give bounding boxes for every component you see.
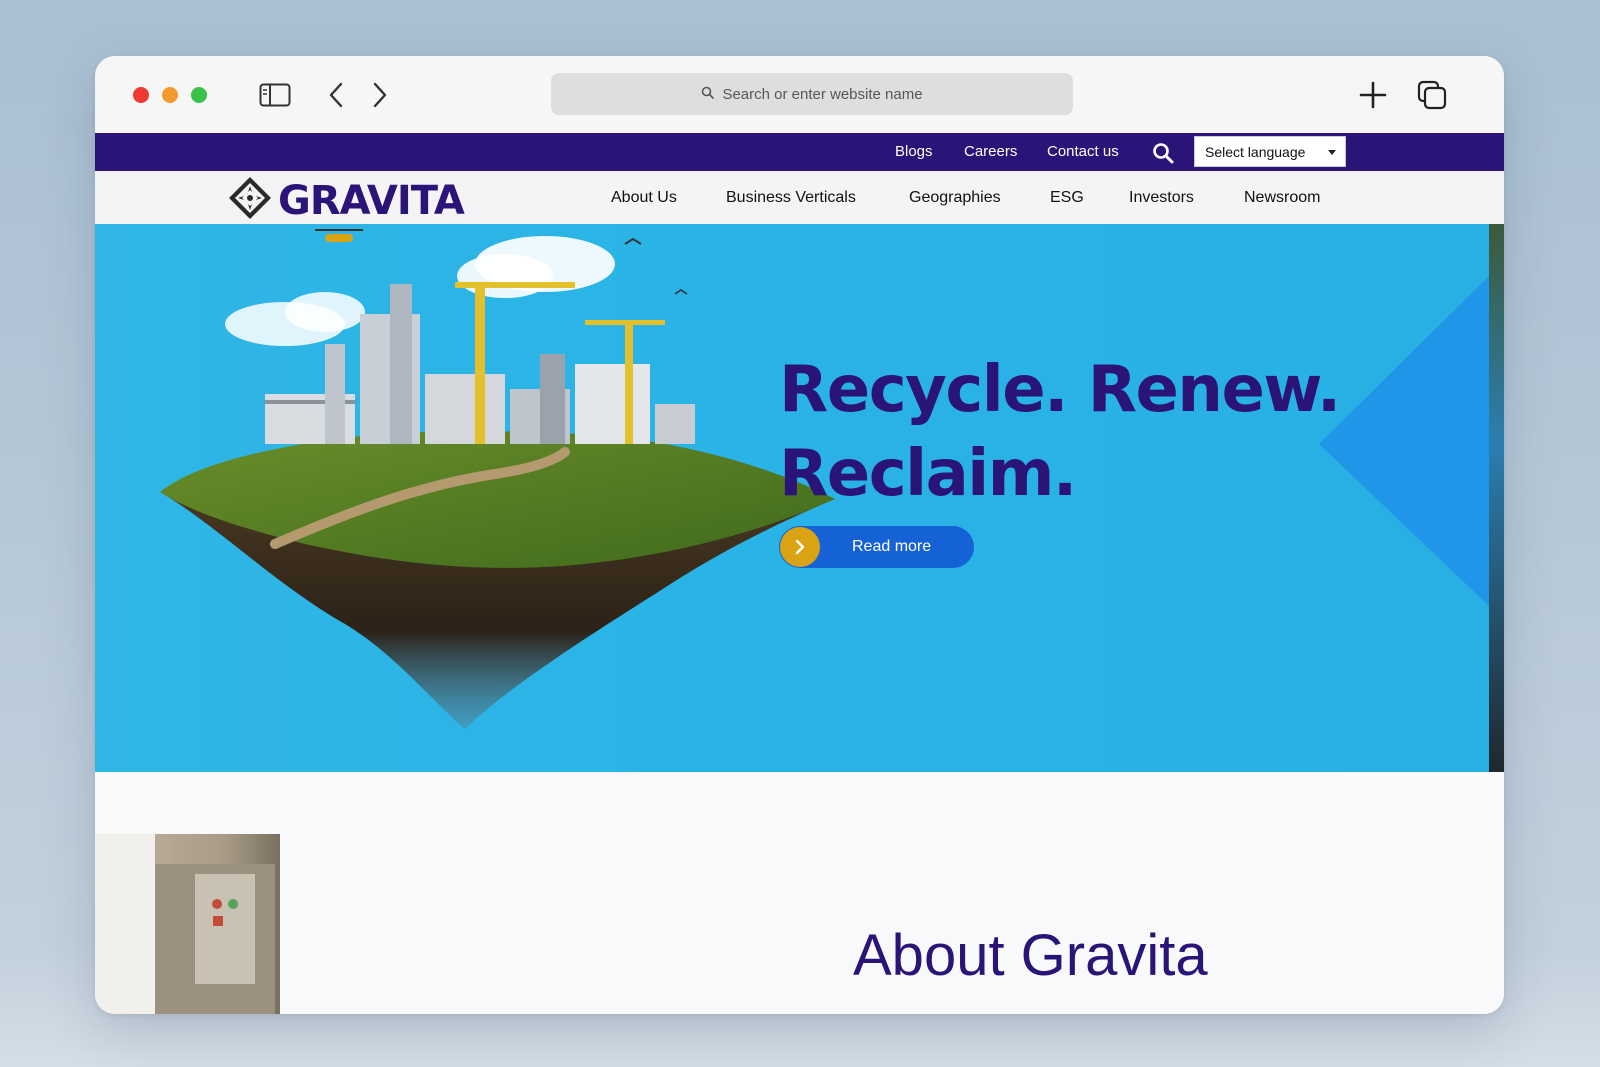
sidebar-toggle-icon[interactable]	[258, 80, 292, 110]
language-select[interactable]: Select language	[1194, 136, 1346, 167]
utility-bar: Blogs Careers Contact us Select language	[95, 133, 1504, 171]
address-bar[interactable]: Search or enter website name	[551, 73, 1073, 115]
nav-investors[interactable]: Investors	[1129, 189, 1194, 207]
hero-headline: Recycle. Renew. Reclaim.	[779, 348, 1341, 516]
nav-geographies[interactable]: Geographies	[909, 189, 1001, 207]
close-window-button[interactable]	[133, 87, 149, 103]
forward-arrow-icon[interactable]	[367, 80, 393, 110]
gravita-logo[interactable]: GRAVITA	[228, 176, 465, 225]
chevron-right-icon	[780, 527, 820, 567]
about-title: About Gravita	[853, 923, 1208, 988]
address-placeholder: Search or enter website name	[722, 85, 923, 103]
chevron-down-icon	[1328, 150, 1336, 155]
maximize-window-button[interactable]	[191, 87, 207, 103]
nav-link-contact[interactable]: Contact us	[1047, 143, 1119, 160]
nav-about-us[interactable]: About Us	[611, 189, 677, 207]
next-slide-edge	[1489, 224, 1504, 772]
nav-link-blogs[interactable]: Blogs	[895, 143, 933, 160]
floating-island-illustration	[160, 229, 835, 729]
search-icon	[701, 86, 715, 103]
language-select-value: Select language	[1205, 143, 1306, 160]
minimize-window-button[interactable]	[162, 87, 178, 103]
browser-toolbar: Search or enter website name	[95, 56, 1504, 133]
site-search-icon[interactable]	[1152, 142, 1174, 169]
back-arrow-icon[interactable]	[323, 80, 349, 110]
nav-newsroom[interactable]: Newsroom	[1244, 189, 1320, 207]
nav-link-careers[interactable]: Careers	[964, 143, 1017, 160]
about-section: About Gravita	[95, 772, 1504, 1014]
hero-headline-line2: Reclaim.	[779, 437, 1077, 511]
read-more-button[interactable]: Read more	[779, 526, 974, 568]
hero-banner: Recycle. Renew. Reclaim. Read more	[95, 224, 1489, 772]
logo-text: GRAVITA	[278, 177, 465, 224]
about-photo	[95, 834, 280, 1014]
nav-esg[interactable]: ESG	[1050, 189, 1084, 207]
hero-headline-line1: Recycle. Renew.	[779, 353, 1341, 427]
main-navigation: GRAVITA About Us Business Verticals Geog…	[95, 171, 1504, 224]
new-tab-plus-icon[interactable]	[1357, 80, 1389, 110]
window-controls	[133, 87, 207, 103]
read-more-label: Read more	[852, 538, 932, 555]
tab-overview-icon[interactable]	[1415, 80, 1449, 110]
logo-diamond-icon	[228, 176, 272, 225]
nav-business-verticals[interactable]: Business Verticals	[726, 189, 856, 207]
browser-window: Search or enter website name Blogs Caree…	[95, 56, 1504, 1014]
